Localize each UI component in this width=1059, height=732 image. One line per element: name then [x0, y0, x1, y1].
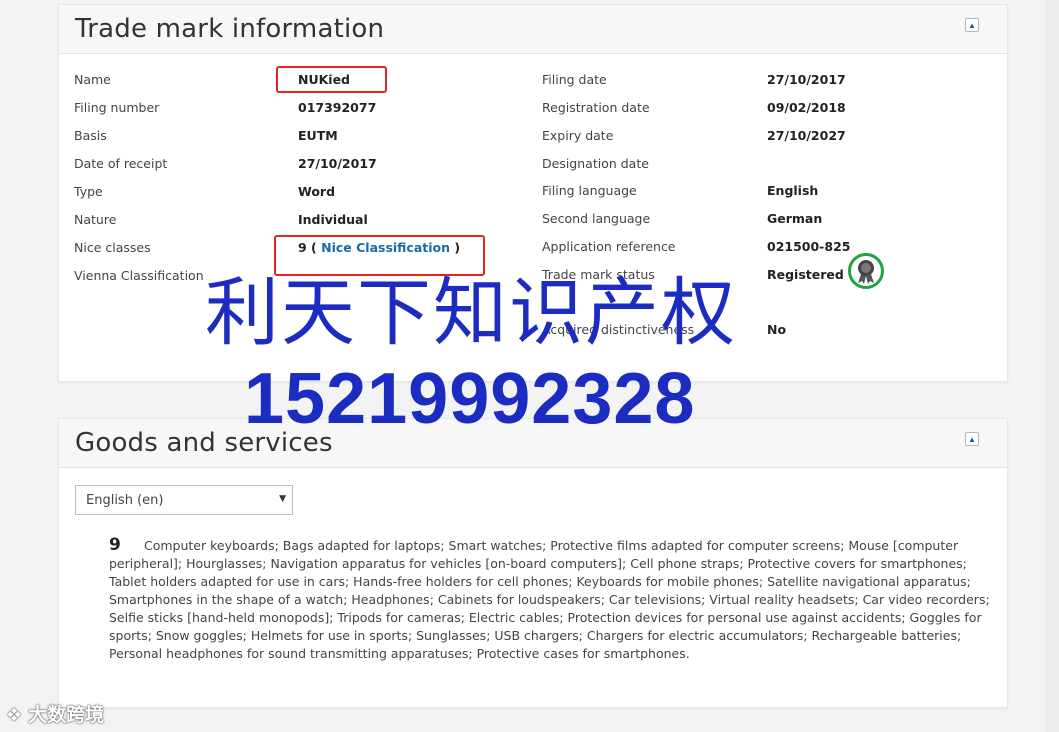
k-logo-icon: ❖ — [6, 705, 23, 726]
vienna-classification-label: Vienna Classification — [74, 268, 204, 283]
name-highlight-box — [276, 66, 387, 93]
acquired-distinctiveness-value: No — [767, 322, 787, 337]
basis-label: Basis — [74, 128, 107, 143]
language-select[interactable]: English (en) ▼ — [75, 485, 293, 515]
collapse-goods-services-button[interactable]: ▲ — [965, 432, 979, 446]
scrollbar-track[interactable] — [1045, 0, 1059, 732]
nature-value: Individual — [298, 212, 368, 227]
caret-up-icon: ▲ — [968, 21, 976, 30]
filing-language-label: Filing language — [542, 183, 637, 198]
seal-graphic — [858, 260, 874, 284]
watermark-company-name: 利天下知识产权 — [205, 270, 737, 356]
caret-up-icon: ▲ — [968, 435, 976, 444]
nature-label: Nature — [74, 212, 117, 227]
dropdown-arrow-icon: ▼ — [279, 494, 286, 504]
second-language-label: Second language — [542, 211, 651, 226]
collapse-trademark-info-button[interactable]: ▲ — [965, 18, 979, 32]
goods-services-panel: Goods and services ▲ English (en) ▼ 9 Co… — [58, 418, 1008, 708]
nice-classes-label: Nice classes — [74, 240, 151, 255]
filing-date-label: Filing date — [542, 72, 607, 87]
date-of-receipt-value: 27/10/2017 — [298, 156, 377, 171]
language-select-value: English (en) — [86, 493, 164, 508]
date-of-receipt-label: Date of receipt — [74, 156, 168, 171]
watermark-phone-number: 15219992328 — [244, 359, 696, 439]
trademark-status-value: Registered — [767, 267, 844, 282]
class-goods-list: Computer keyboards; Bags adapted for lap… — [109, 538, 990, 661]
type-value: Word — [298, 184, 336, 199]
expiry-date-label: Expiry date — [542, 128, 614, 143]
registered-seal-icon — [848, 253, 884, 289]
filing-number-label: Filing number — [74, 100, 160, 115]
application-reference-label: Application reference — [542, 239, 676, 254]
trademark-info-header: Trade mark information ▲ — [59, 5, 1007, 54]
corner-logo-text: 大数跨境 — [28, 704, 105, 726]
corner-watermark-logo: ❖ 大数跨境 — [6, 700, 104, 726]
designation-date-label: Designation date — [542, 156, 649, 171]
application-reference-value: 021500-825 — [767, 239, 851, 254]
filing-number-value: 017392077 — [298, 100, 377, 115]
trademark-info-title: Trade mark information — [75, 14, 385, 44]
registration-date-value: 09/02/2018 — [767, 100, 846, 115]
filing-language-value: English — [767, 183, 819, 198]
filing-date-value: 27/10/2017 — [767, 72, 846, 87]
registration-date-label: Registration date — [542, 100, 650, 115]
name-label: Name — [74, 72, 111, 87]
second-language-value: German — [767, 211, 823, 226]
expiry-date-value: 27/10/2027 — [767, 128, 846, 143]
basis-value: EUTM — [298, 128, 338, 143]
type-label: Type — [74, 184, 103, 199]
